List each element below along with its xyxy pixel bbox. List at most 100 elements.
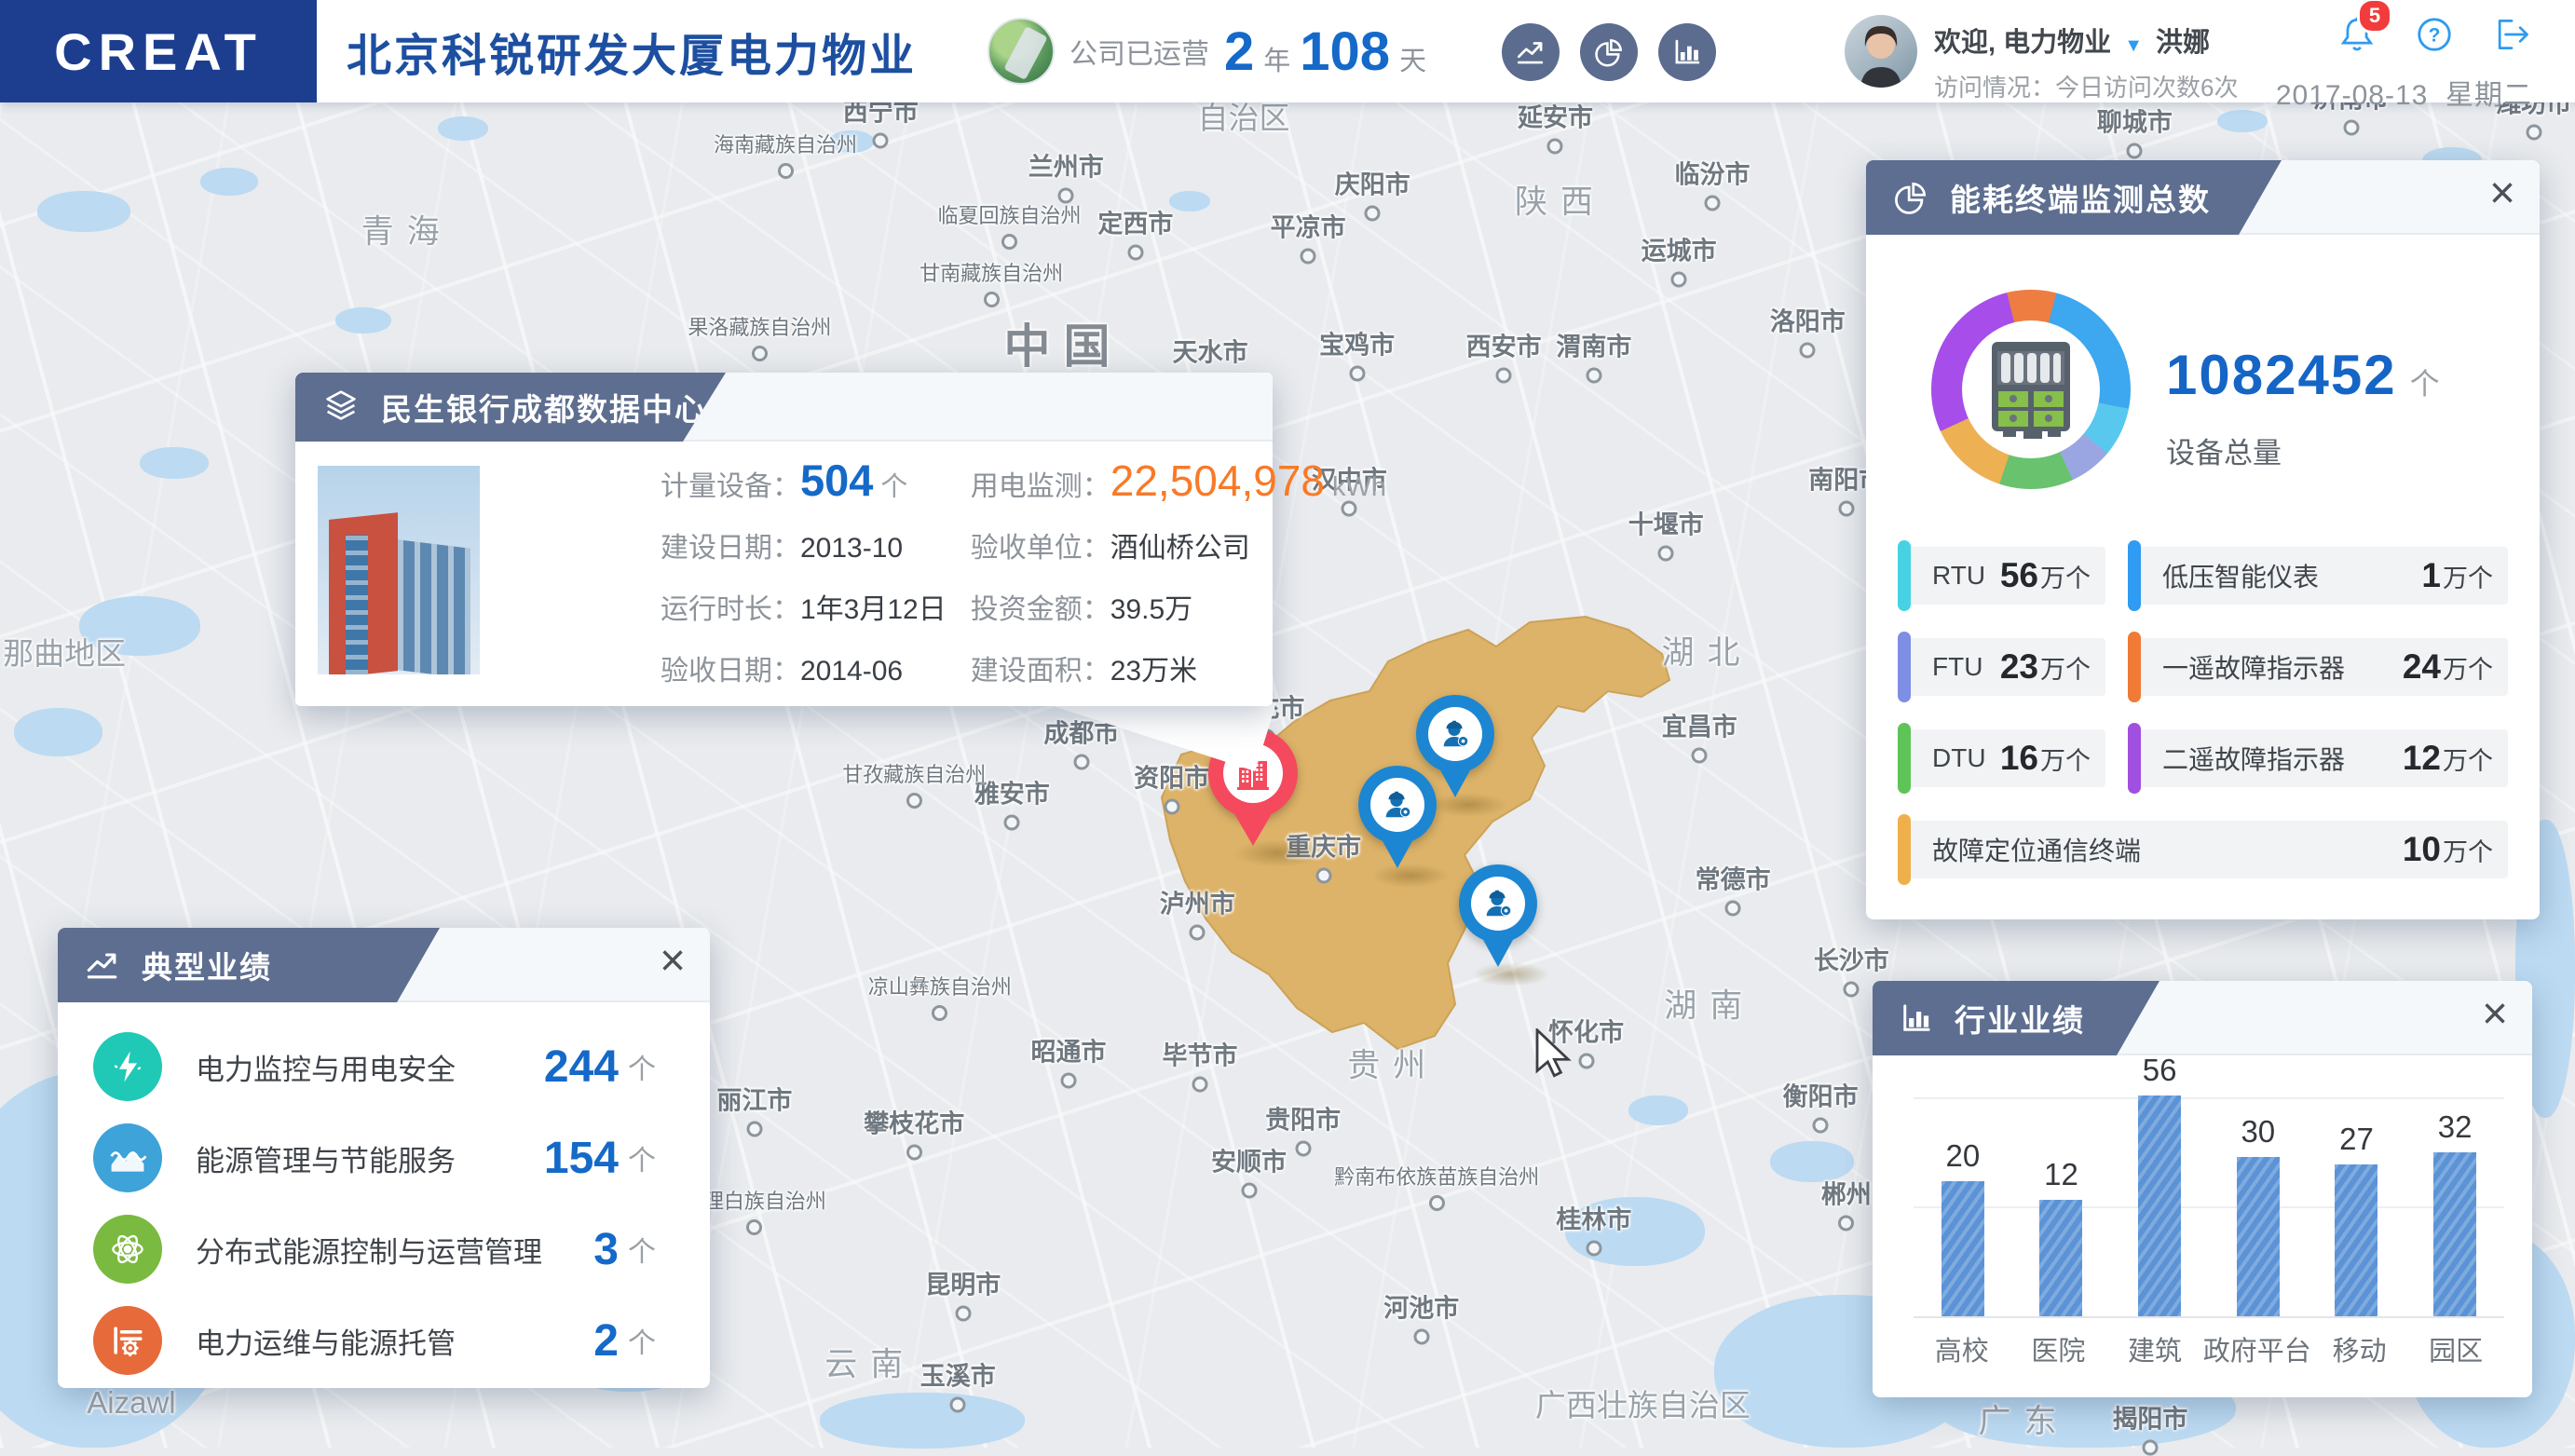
logout-icon[interactable] xyxy=(2491,15,2532,59)
bar xyxy=(2236,1157,2280,1316)
user-avatar[interactable] xyxy=(1845,15,1917,88)
close-icon[interactable]: × xyxy=(2489,171,2515,216)
performance-row[interactable]: 电力运维与能源托管 2 个 xyxy=(93,1306,656,1375)
site-field-label: 验收日期： xyxy=(661,656,800,687)
city-dot-icon xyxy=(1192,1076,1208,1093)
map-label-text: 长沙市 xyxy=(1813,946,1889,975)
map-label-text: 广东 xyxy=(1978,1403,2070,1440)
city-dot-icon xyxy=(1349,365,1366,382)
bar-column[interactable]: 12 xyxy=(2014,1157,2107,1316)
city-label: 海南藏族自治州 xyxy=(714,129,857,179)
bar-column[interactable]: 20 xyxy=(1916,1138,2010,1316)
city-label: 丽江市 xyxy=(716,1081,792,1137)
worker-pin-ball xyxy=(1416,695,1494,773)
legend-name: 一遥故障指示器 xyxy=(2162,654,2346,683)
map-label-text: 延安市 xyxy=(1517,103,1593,132)
legend-item[interactable]: DTU 16 万个 xyxy=(1898,723,2105,794)
worker-pin-ball xyxy=(1358,766,1437,844)
map-label-text: 运城市 xyxy=(1641,237,1717,265)
city-dot-icon xyxy=(1428,1194,1445,1211)
city-dot-icon xyxy=(906,1144,922,1161)
help-icon[interactable]: ? xyxy=(2415,15,2454,59)
legend-unit: 万个 xyxy=(2443,655,2493,684)
city-dot-icon xyxy=(949,1396,966,1413)
bar-column[interactable]: 30 xyxy=(2212,1114,2305,1316)
legend-item[interactable]: FTU 23 万个 xyxy=(1898,632,2105,702)
bar-chart-icon[interactable] xyxy=(1658,23,1716,81)
performance-row[interactable]: 电力监控与用电安全 244 个 xyxy=(93,1032,656,1101)
legend-value: 12 xyxy=(2402,739,2441,777)
trend-chart-icon[interactable] xyxy=(1502,23,1560,81)
industry-bar-chart: 20 12 56 30 27 32 xyxy=(1914,1053,2504,1318)
typical-performance-panel: 典型业绩 × 电力监控与用电安全 244 个能源管理与节能服务 154 个分布式能源控制… xyxy=(58,928,710,1388)
site-field: 验收日期： 2014-06 xyxy=(661,647,947,688)
user-welcome-line[interactable]: 欢迎, 电力物业 ▼ 洪娜 xyxy=(1934,20,2238,60)
site-field: 验收单位： 酒仙桥公司 xyxy=(971,524,1386,565)
bar-value-label: 27 xyxy=(2339,1122,2374,1156)
energy-panel-banner: 能耗终端监测总数 xyxy=(1866,160,2282,235)
bar-column[interactable]: 32 xyxy=(2408,1109,2501,1316)
city-label: 运城市 xyxy=(1642,231,1717,288)
chevron-down-icon[interactable]: ▼ xyxy=(2119,35,2148,56)
bar-column[interactable]: 27 xyxy=(2309,1122,2403,1316)
city-dot-icon xyxy=(1073,754,1090,770)
site-field: 计量设备： 504 个 xyxy=(661,458,947,504)
city-label: 临汾市 xyxy=(1675,154,1751,211)
logo-block[interactable]: CREAT xyxy=(0,0,317,102)
creat-logo: CREAT xyxy=(54,21,263,81)
city-dot-icon xyxy=(2343,119,2360,136)
city-dot-icon xyxy=(2126,143,2143,159)
legend-value: 16 xyxy=(1999,739,2038,777)
map-label-text: 贵州 xyxy=(1347,1047,1439,1084)
city-label: 资阳市 xyxy=(1134,757,1209,815)
bar-column[interactable]: 56 xyxy=(2113,1053,2206,1316)
worker-pin-ball xyxy=(1459,864,1537,943)
performance-row[interactable]: 能源管理与节能服务 154 个 xyxy=(93,1123,656,1192)
dashboard-page: { "ui": { "close_glyph": "×", "dropdown_… xyxy=(0,0,2575,1456)
city-label: 聊城市 xyxy=(2097,102,2173,159)
performance-label: 电力监控与用电安全 xyxy=(196,1053,456,1086)
legend-item[interactable]: 故障定位通信终端 10 万个 xyxy=(1898,814,2508,885)
city-label: 河池市 xyxy=(1383,1287,1459,1345)
map-label-text: 常德市 xyxy=(1695,865,1771,894)
legend-item[interactable]: 低压智能仪表 1 万个 xyxy=(2128,540,2508,611)
atom-icon xyxy=(93,1215,162,1284)
legend-name: RTU xyxy=(1932,561,1986,590)
worker-pin[interactable] xyxy=(1459,864,1537,967)
map-label-text: 陕西 xyxy=(1514,184,1606,221)
worker-pin[interactable] xyxy=(1358,766,1437,868)
map-label-text: 安顺市 xyxy=(1211,1148,1288,1177)
legend-item[interactable]: 一遥故障指示器 24 万个 xyxy=(2128,632,2508,702)
map-label-text: 兰州市 xyxy=(1028,153,1104,182)
performance-count: 2 xyxy=(593,1315,619,1366)
performance-row[interactable]: 分布式能源控制与运营管理 3 个 xyxy=(93,1215,656,1284)
city-dot-icon xyxy=(872,132,889,149)
operating-label: 公司已运营 xyxy=(1070,39,1209,70)
site-fields: 计量设备： 504 个用电监测： 22,504,978 kWh 建设日期： 2013-10 验… xyxy=(661,458,1386,688)
bar xyxy=(2138,1095,2182,1316)
close-icon[interactable]: × xyxy=(2482,992,2508,1037)
pie-chart-icon[interactable] xyxy=(1580,23,1638,81)
close-icon[interactable]: × xyxy=(660,939,686,984)
legend-item[interactable]: RTU 56 万个 xyxy=(1898,540,2105,611)
map-label-text: 湖南 xyxy=(1664,987,1756,1025)
user-name: 洪娜 xyxy=(2156,28,2211,58)
notification-bell-icon[interactable]: 5 xyxy=(2337,0,2392,61)
bar-category-label: 建筑 xyxy=(2127,1337,2182,1367)
city-dot-icon xyxy=(983,292,1000,308)
user-info: 欢迎, 电力物业 ▼ 洪娜 访问情况：今日访问次数6次 xyxy=(1845,15,2238,103)
terminal-cabinet-icon xyxy=(1931,290,2131,489)
city-label: 毕节市 xyxy=(1163,1036,1238,1093)
site-pin-tail xyxy=(1232,810,1274,846)
region-label: 云南 xyxy=(824,1339,916,1386)
city-dot-icon xyxy=(1364,205,1381,222)
bar-category-label: 政府平台 xyxy=(2202,1337,2311,1367)
city-label: 宜昌市 xyxy=(1662,707,1737,764)
legend-item[interactable]: 二遥故障指示器 12 万个 xyxy=(2128,723,2508,794)
city-dot-icon xyxy=(1315,867,1332,884)
water-patch xyxy=(335,307,391,333)
map-label-text: 宝鸡市 xyxy=(1319,331,1396,360)
map-label-text: 临夏回族自治州 xyxy=(937,203,1082,227)
site-field-unit: kWh xyxy=(1331,471,1386,502)
device-total-count: 1082452 xyxy=(2166,344,2397,406)
